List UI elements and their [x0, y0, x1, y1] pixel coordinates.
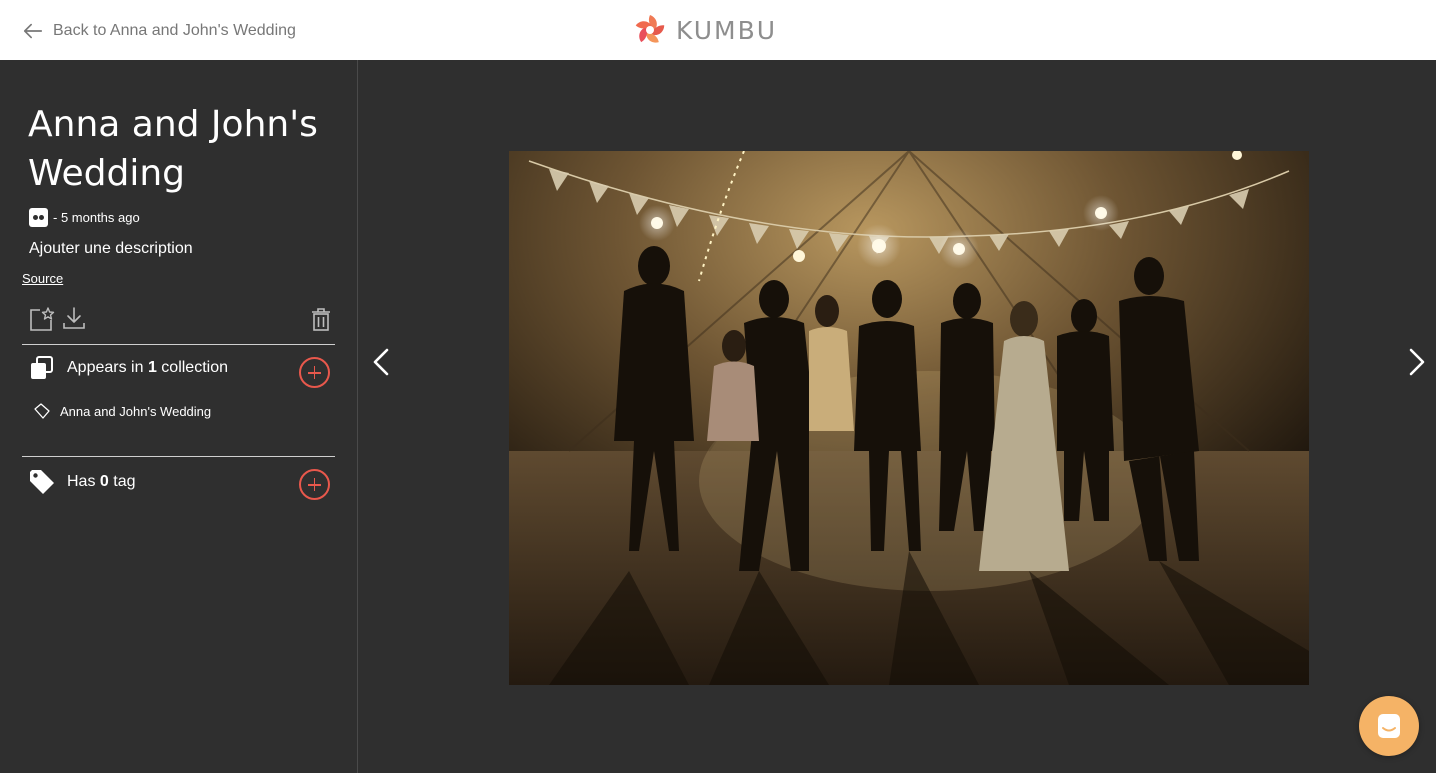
wedding-dance-photo: [509, 151, 1309, 685]
chevron-right-icon: [1409, 348, 1425, 376]
add-to-collection-button[interactable]: [299, 357, 330, 388]
page-title: Anna and John's Wedding: [28, 104, 318, 194]
collections-suffix: collection: [156, 359, 228, 376]
chevron-left-icon: [373, 348, 389, 376]
collections-section: Appears in 1 collection: [28, 352, 335, 388]
previous-photo-button[interactable]: [369, 347, 393, 377]
collection-tag-icon: [34, 403, 50, 419]
top-bar: Back to Anna and John's Wedding KUMBU: [0, 0, 1436, 60]
brand-logo[interactable]: KUMBU: [632, 12, 777, 48]
main-photo[interactable]: [509, 151, 1309, 685]
collection-item[interactable]: Anna and John's Wedding: [33, 402, 211, 420]
collections-summary: Appears in 1 collection: [67, 359, 228, 377]
source-link[interactable]: Source: [22, 271, 63, 286]
add-tag-button[interactable]: [299, 469, 330, 500]
tags-prefix: Has: [67, 473, 100, 490]
brand-name: KUMBU: [676, 15, 778, 45]
tags-suffix: tag: [108, 473, 136, 490]
kumbu-logo-icon: [635, 15, 665, 43]
tags-count: 0: [99, 473, 109, 490]
back-link[interactable]: Back to Anna and John's Wedding: [22, 19, 296, 43]
tags-section: Has 0 tag: [28, 466, 335, 500]
trash-icon: [312, 308, 330, 331]
collection-icon: [28, 354, 56, 382]
divider: [22, 456, 335, 457]
details-sidebar: Anna and John's Wedding - 5 months ago A…: [0, 60, 358, 773]
arrow-left-icon: [23, 23, 43, 39]
avatar-icon: [29, 208, 48, 227]
collections-prefix: Appears in: [67, 359, 148, 376]
description-field[interactable]: Ajouter une description: [29, 240, 193, 258]
favorite-button[interactable]: [27, 305, 55, 333]
collections-count: 1: [147, 359, 157, 376]
collection-item-label: Anna and John's Wedding: [60, 403, 212, 419]
next-photo-button[interactable]: [1405, 347, 1429, 377]
chat-launcher-button[interactable]: [1359, 696, 1419, 756]
star-frame-icon: [30, 307, 55, 331]
chat-icon: [1378, 714, 1400, 738]
meta-info: - 5 months ago: [29, 208, 140, 227]
tags-summary: Has 0 tag: [67, 473, 136, 491]
download-icon: [63, 307, 85, 329]
download-button[interactable]: [60, 305, 88, 333]
back-link-label: Back to Anna and John's Wedding: [53, 22, 296, 39]
delete-button[interactable]: [307, 305, 335, 333]
action-toolbar: [22, 305, 335, 337]
meta-time: - 5 months ago: [53, 210, 140, 225]
tag-icon: [28, 468, 56, 496]
divider: [22, 344, 335, 345]
photo-viewer: [359, 60, 1436, 773]
